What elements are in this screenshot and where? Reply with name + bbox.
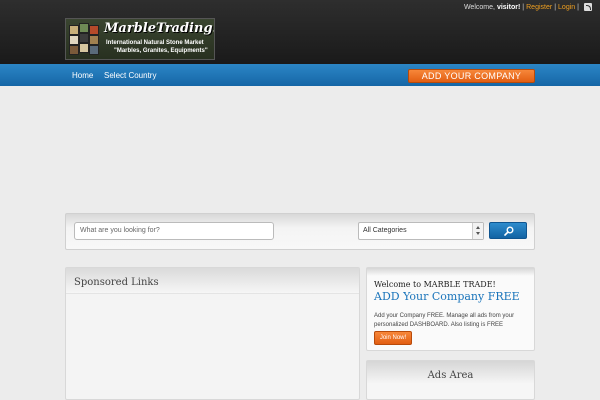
category-selected: All Categories [363,227,407,234]
sponsored-links-panel: Sponsored Links [65,267,360,400]
register-link[interactable]: Register [526,4,552,11]
ads-area-title: Ads Area [427,370,474,381]
separator: | [577,3,579,11]
select-arrows-icon [472,223,483,239]
visitor-name: visitor! [496,3,521,11]
search-icon [504,226,514,236]
search-panel: What are you looking for? All Categories [65,213,535,250]
search-button[interactable] [489,222,527,239]
logo-title: MarbleTrading.net [104,21,214,36]
marble-cube-icon [68,21,102,59]
sponsored-title: Sponsored Links [74,277,159,288]
login-link[interactable]: Login [558,4,575,11]
welcome-box-header [367,268,534,276]
nav-home[interactable]: Home [72,71,93,80]
rss-icon[interactable] [584,3,592,11]
logo-tagline: "Marbles, Granites, Equipments" [114,48,208,54]
welcome-box: Welcome to MARBLE TRADE! ADD Your Compan… [366,267,535,351]
site-logo[interactable]: MarbleTrading.net International Natural … [65,18,215,60]
separator: | [554,3,557,11]
logo-subtitle: International Natural Stone Market [106,40,204,46]
welcome-prefix: Welcome, [463,3,495,11]
nav-select-country[interactable]: Select Country [104,71,156,80]
join-now-button[interactable]: Join Now! [374,331,412,345]
add-company-button[interactable]: ADD YOUR COMPANY [408,69,535,83]
separator: | [522,3,525,11]
ads-area-panel: Ads Area [366,360,535,400]
top-header: Welcome, visitor! | Register | Login | M… [0,0,600,64]
search-input[interactable]: What are you looking for? [74,222,274,240]
welcome-box-headline: ADD Your Company FREE [374,290,520,303]
welcome-bar: Welcome, visitor! | Register | Login | [464,3,592,11]
welcome-box-text: Add your Company FREE. Manage all ads fr… [374,313,515,328]
category-select[interactable]: All Categories [358,222,484,240]
welcome-box-title: Welcome to MARBLE TRADE! [374,280,496,289]
